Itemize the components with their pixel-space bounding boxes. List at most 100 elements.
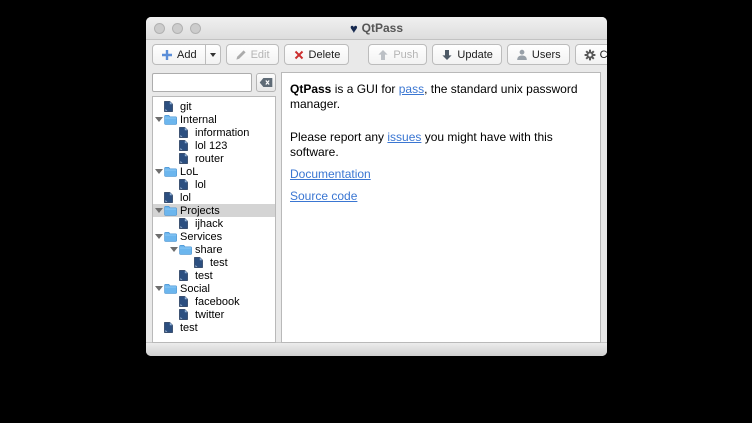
chevron-down-icon xyxy=(210,53,216,57)
status-bar xyxy=(146,342,607,356)
tree-entry-facebook[interactable]: facebook xyxy=(153,295,275,308)
tree-item-label: Social xyxy=(180,283,210,295)
pencil-icon xyxy=(235,49,247,61)
tree-item-label: Internal xyxy=(180,114,217,126)
tree-item-label: test xyxy=(180,322,198,334)
add-dropdown-button[interactable] xyxy=(206,44,221,65)
window-title-group: ♥ QtPass xyxy=(350,21,403,35)
tree-folder-social[interactable]: Social xyxy=(153,282,275,295)
file-icon xyxy=(179,179,195,190)
push-button[interactable]: Push xyxy=(368,44,427,65)
push-button-label: Push xyxy=(393,49,418,61)
file-icon xyxy=(179,153,195,164)
tree-entry-test[interactable]: test xyxy=(153,256,275,269)
folder-icon xyxy=(164,205,180,216)
user-icon xyxy=(516,49,528,61)
expander-triangle-icon[interactable] xyxy=(154,286,164,291)
folder-icon xyxy=(164,231,180,242)
config-button-label: Config xyxy=(600,49,607,61)
titlebar[interactable]: ♥ QtPass xyxy=(146,17,607,40)
traffic-lights xyxy=(154,17,201,39)
edit-button-label: Edit xyxy=(251,49,270,61)
tree-entry-test[interactable]: test xyxy=(153,269,275,282)
zoom-button[interactable] xyxy=(190,23,201,34)
search-row xyxy=(152,73,276,92)
close-button[interactable] xyxy=(154,23,165,34)
tree-folder-internal[interactable]: Internal xyxy=(153,113,275,126)
delete-button[interactable]: Delete xyxy=(284,44,350,65)
add-button[interactable]: Add xyxy=(152,44,206,65)
tree-item-label: test xyxy=(210,257,228,269)
info-paragraph: Documentation xyxy=(290,167,592,182)
tree-entry-twitter[interactable]: twitter xyxy=(153,308,275,321)
file-icon xyxy=(179,140,195,151)
tree-entry-ijhack[interactable]: ijhack xyxy=(153,217,275,230)
edit-button[interactable]: Edit xyxy=(226,44,279,65)
plus-icon xyxy=(161,49,173,61)
info-paragraph: Please report any issues you might have … xyxy=(290,130,592,160)
tree-item-label: share xyxy=(195,244,223,256)
tree-entry-router[interactable]: router xyxy=(153,152,275,165)
update-button[interactable]: Update xyxy=(432,44,501,65)
qtpass-heart-icon: ♥ xyxy=(350,22,358,35)
tree-item-label: ijhack xyxy=(195,218,223,230)
link-issues[interactable]: issues xyxy=(387,130,421,144)
file-icon xyxy=(194,257,210,268)
toolbar: Add Edit Delete Push Update Us xyxy=(146,40,607,69)
add-button-label: Add xyxy=(177,49,197,61)
link-source-code[interactable]: Source code xyxy=(290,189,357,203)
tree-folder-services[interactable]: Services xyxy=(153,230,275,243)
file-icon xyxy=(179,127,195,138)
file-icon xyxy=(179,296,195,307)
expander-triangle-icon[interactable] xyxy=(154,234,164,239)
users-button[interactable]: Users xyxy=(507,44,570,65)
tree-item-label: test xyxy=(195,270,213,282)
tree-item-label: router xyxy=(195,153,224,165)
expander-triangle-icon[interactable] xyxy=(154,117,164,122)
info-paragraph: Source code xyxy=(290,189,592,204)
arrow-down-icon xyxy=(441,49,453,61)
add-split-button: Add xyxy=(152,44,221,65)
tree-folder-share[interactable]: share xyxy=(153,243,275,256)
tree-item-label: git xyxy=(180,101,192,113)
file-icon xyxy=(164,192,180,203)
update-button-label: Update xyxy=(457,49,492,61)
tree-item-label: lol xyxy=(195,179,206,191)
clear-search-button[interactable] xyxy=(256,73,276,92)
link-documentation[interactable]: Documentation xyxy=(290,167,371,181)
tree-entry-lol[interactable]: lol xyxy=(153,191,275,204)
folder-icon xyxy=(164,283,180,294)
tree-entry-lol[interactable]: lol xyxy=(153,178,275,191)
config-button[interactable]: Config xyxy=(575,44,607,65)
delete-button-label: Delete xyxy=(309,49,341,61)
expander-triangle-icon[interactable] xyxy=(154,208,164,213)
arrow-up-icon xyxy=(377,49,389,61)
info-panel: QtPass is a GUI for pass, the standard u… xyxy=(281,72,601,343)
tree-item-label: information xyxy=(195,127,249,139)
folder-icon xyxy=(164,166,180,177)
tree-item-label: LoL xyxy=(180,166,198,178)
bold-text: QtPass xyxy=(290,82,331,96)
gear-icon xyxy=(584,49,596,61)
expander-triangle-icon[interactable] xyxy=(169,247,179,252)
window-title: QtPass xyxy=(362,21,403,35)
file-icon xyxy=(164,322,180,333)
folder-icon xyxy=(164,114,180,125)
tree-entry-lol-123[interactable]: lol 123 xyxy=(153,139,275,152)
tree-folder-lol[interactable]: LoL xyxy=(153,165,275,178)
minimize-button[interactable] xyxy=(172,23,183,34)
expander-triangle-icon[interactable] xyxy=(154,169,164,174)
qtpass-window: ♥ QtPass Add Edit Delete Push xyxy=(146,17,607,356)
tree-folder-projects[interactable]: Projects xyxy=(153,204,275,217)
tree-item-label: Services xyxy=(180,231,222,243)
password-tree: gitInternalinformationlol 123routerLoLlo… xyxy=(152,96,276,343)
link-pass[interactable]: pass xyxy=(399,82,424,96)
text-segment: is a GUI for xyxy=(331,82,398,96)
text-segment: Please report any xyxy=(290,130,387,144)
tree-item-label: Projects xyxy=(180,205,220,217)
tree-entry-git[interactable]: git xyxy=(153,100,275,113)
tree-entry-test[interactable]: test xyxy=(153,321,275,334)
search-input[interactable] xyxy=(152,73,252,92)
main-content: gitInternalinformationlol 123routerLoLlo… xyxy=(146,69,607,342)
tree-entry-information[interactable]: information xyxy=(153,126,275,139)
